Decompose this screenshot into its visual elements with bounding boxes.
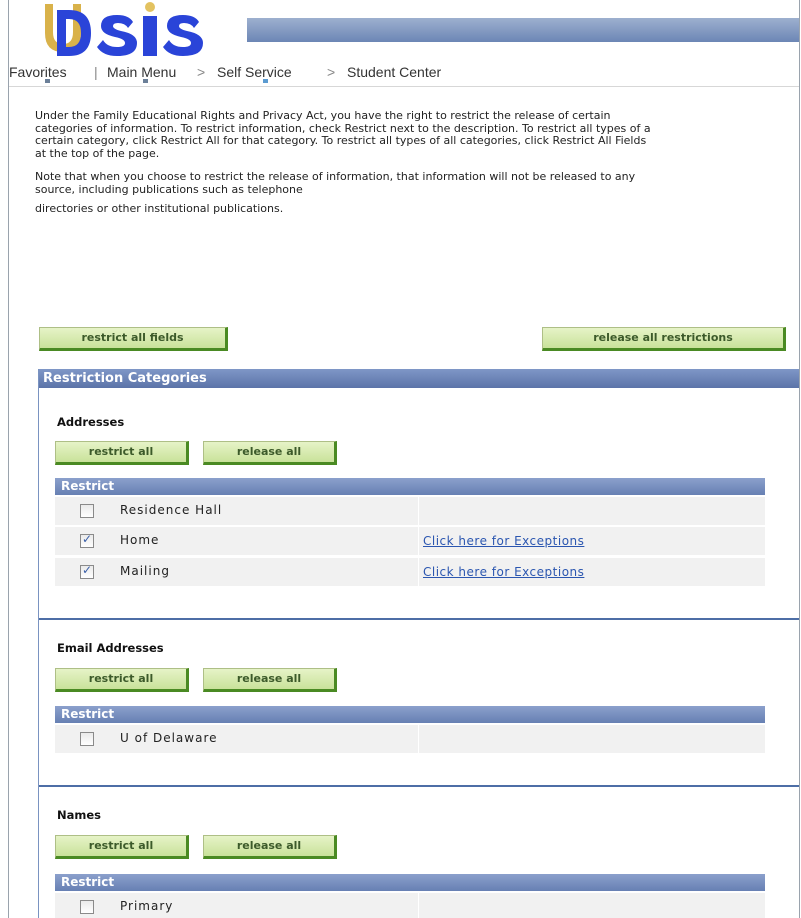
addresses-restrict-all-button[interactable]: restrict all — [55, 441, 189, 465]
row-label: Mailing — [120, 564, 170, 578]
header — [9, 0, 799, 60]
check-icon: ✓ — [82, 532, 93, 546]
section-title-names: Names — [57, 808, 102, 822]
exceptions-link-home[interactable]: Click here for Exceptions — [423, 534, 584, 548]
column-divider — [418, 497, 419, 525]
section-title-addresses: Addresses — [57, 415, 125, 429]
row-label: U of Delaware — [120, 731, 218, 745]
table-row: U of Delaware — [55, 725, 765, 754]
self-service-dropdown-icon — [263, 79, 268, 83]
nav-chevron-icon: > — [327, 64, 336, 80]
nav-student-center[interactable]: Student Center — [347, 64, 441, 80]
section-divider — [39, 618, 799, 620]
names-grid-header: Restrict — [55, 874, 765, 891]
intro-paragraph: Under the Family Educational Rights and … — [35, 109, 651, 160]
panel-title: Restriction Categories — [39, 369, 799, 388]
intro-paragraph: directories or other institutional publi… — [35, 202, 284, 215]
header-bar — [247, 18, 799, 42]
restrict-checkbox-u-of-delaware[interactable] — [80, 732, 94, 746]
section-title-email-addresses: Email Addresses — [57, 641, 164, 655]
email-release-all-button[interactable]: release all — [203, 668, 337, 692]
table-row: Residence Hall — [55, 497, 765, 526]
table-row: Primary — [55, 893, 765, 918]
email-restrict-all-button[interactable]: restrict all — [55, 668, 189, 692]
column-divider — [418, 725, 419, 753]
nav-divider: | — [94, 64, 98, 80]
check-icon: ✓ — [82, 563, 93, 577]
nav-chevron-icon: > — [197, 64, 206, 80]
udsis-logo — [45, 2, 203, 56]
restrict-all-fields-button[interactable]: restrict all fields — [39, 327, 228, 351]
breadcrumb-nav: Favorites | Main Menu > Self Service > S… — [9, 60, 799, 87]
column-divider — [418, 527, 419, 555]
addresses-release-all-button[interactable]: release all — [203, 441, 337, 465]
table-row: ✓ Home Click here for Exceptions — [55, 527, 765, 556]
names-release-all-button[interactable]: release all — [203, 835, 337, 859]
column-divider — [418, 558, 419, 586]
nav-self-service[interactable]: Self Service — [217, 64, 292, 80]
row-label: Residence Hall — [120, 503, 223, 517]
addresses-grid-header: Restrict — [55, 478, 765, 495]
restrict-checkbox-mailing[interactable]: ✓ — [80, 563, 94, 579]
ferpa-intro: Under the Family Educational Rights and … — [35, 109, 660, 228]
restrict-checkbox-residence-hall[interactable] — [80, 504, 94, 518]
nav-main-menu[interactable]: Main Menu — [107, 64, 176, 80]
table-row: ✓ Mailing Click here for Exceptions — [55, 558, 765, 587]
row-label: Primary — [120, 899, 174, 913]
restriction-categories-panel: Restriction Categories Addresses restric… — [38, 369, 799, 918]
favorites-dropdown-icon — [45, 79, 50, 83]
exceptions-link-mailing[interactable]: Click here for Exceptions — [423, 565, 584, 579]
row-label: Home — [120, 533, 160, 547]
column-divider — [418, 893, 419, 918]
section-divider — [39, 785, 799, 787]
main-menu-dropdown-icon — [143, 79, 148, 83]
release-all-restrictions-button[interactable]: release all restrictions — [542, 327, 786, 351]
intro-paragraph: Note that when you choose to restrict th… — [35, 170, 636, 196]
restrict-checkbox-primary[interactable] — [80, 900, 94, 914]
page-frame: Favorites | Main Menu > Self Service > S… — [8, 0, 800, 918]
email-grid-header: Restrict — [55, 706, 765, 723]
nav-favorites[interactable]: Favorites — [9, 64, 67, 80]
restrict-checkbox-home[interactable]: ✓ — [80, 532, 94, 548]
names-restrict-all-button[interactable]: restrict all — [55, 835, 189, 859]
